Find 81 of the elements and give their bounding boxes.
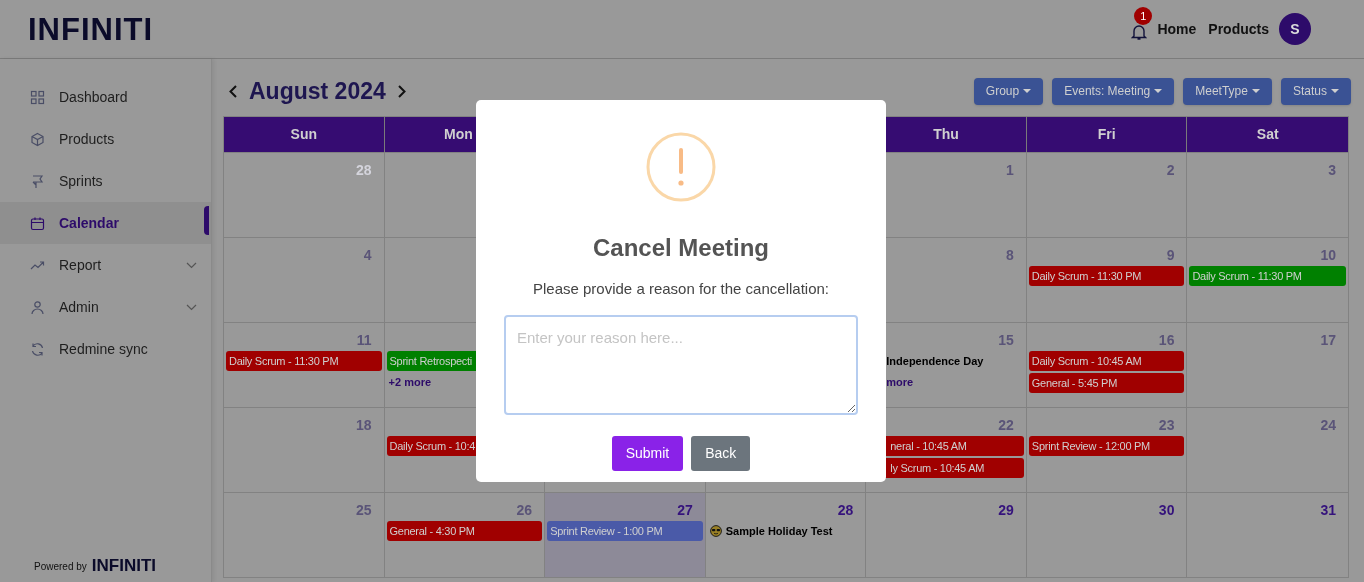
caret-icon: [1154, 89, 1163, 93]
event-chip[interactable]: General - 5:45 PM: [1028, 373, 1185, 393]
day-number: 31: [1320, 501, 1336, 519]
logo: INFINITI: [91, 557, 157, 574]
event-chip[interactable]: Daily Scrum - 11:30 PM: [1189, 266, 1346, 286]
day-number: 26: [516, 501, 533, 519]
grid-icon: [30, 89, 45, 105]
caret-icon: [1251, 89, 1260, 93]
dialog-message: Please provide a reason for the cancellation:: [533, 279, 829, 299]
day-number: 15: [998, 331, 1014, 349]
weekday-header: Sat: [1256, 125, 1279, 144]
day-number: 8: [1006, 246, 1014, 264]
sidebar-item[interactable]: Redmine sync: [0, 328, 211, 370]
bell-icon[interactable]: [1131, 23, 1148, 41]
chevron-down-icon: [186, 303, 197, 311]
powered-by-label: Powered by: [34, 560, 87, 574]
chevron-left-icon: [229, 84, 237, 98]
caret-icon: [1023, 89, 1032, 93]
user-icon: [30, 299, 45, 315]
cube-icon: [30, 131, 45, 147]
nav-link[interactable]: Products: [1208, 18, 1269, 40]
holiday-label: Sample Holiday Test: [725, 523, 833, 539]
day-number: 29: [998, 501, 1014, 519]
signpost-icon: [30, 173, 45, 189]
sidebar-item[interactable]: Calendar: [0, 202, 211, 244]
day-number: 25: [356, 501, 372, 519]
dialog-title: Cancel Meeting: [592, 233, 769, 263]
event-chip[interactable]: Sprint Review - 12:00 PM: [1028, 436, 1185, 456]
weekday-header: Thu: [933, 125, 959, 144]
day-number: 4: [363, 246, 372, 264]
event-chip[interactable]: General - 4:30 PM: [386, 521, 543, 541]
event-chip[interactable]: Sprint Review - 1:00 PM: [547, 521, 703, 541]
day-number: 2: [1166, 161, 1175, 179]
back-button[interactable]: Back: [691, 435, 751, 471]
chevron-right-icon: [397, 84, 406, 98]
event-chip[interactable]: Daily Scrum - 11:30 PM: [1028, 266, 1185, 286]
day-number: 9: [1166, 246, 1175, 264]
filter-dropdown[interactable]: Events: Meeting: [1052, 77, 1175, 105]
filter-dropdown[interactable]: Group: [973, 77, 1044, 105]
logo: INFINITI: [28, 13, 154, 45]
event-chip[interactable]: Daily Scrum - 11:30 PM: [226, 351, 382, 371]
day-number: 3: [1328, 161, 1336, 179]
day-number: 17: [1320, 331, 1336, 349]
sidebar-item[interactable]: Products: [0, 118, 211, 160]
weekday-header: Mon: [443, 125, 473, 144]
day-number: 16: [1158, 331, 1175, 349]
weekday-header: Sun: [290, 125, 317, 144]
calendar-icon: [30, 215, 45, 231]
day-number: 30: [1158, 501, 1175, 519]
sync-icon: [30, 341, 45, 357]
active-indicator: [204, 206, 209, 235]
submit-button[interactable]: Submit: [611, 435, 684, 471]
filter-dropdown[interactable]: MeetType: [1183, 77, 1272, 105]
day-number: 24: [1320, 416, 1336, 434]
event-chip[interactable]: Daily Scrum - 10:45 AM: [1028, 351, 1185, 371]
user-avatar[interactable]: S: [1279, 13, 1311, 45]
day-number: 28: [837, 501, 854, 519]
filter-dropdown[interactable]: Status: [1280, 77, 1351, 105]
day-number: 27: [677, 501, 693, 519]
day-number: 18: [356, 416, 372, 434]
caret-icon: [1331, 89, 1339, 93]
day-number: 1: [1006, 161, 1014, 179]
holiday-label: Independence Day: [886, 353, 984, 369]
day-number: 11: [356, 331, 372, 349]
day-number: 10: [1320, 246, 1336, 264]
chevron-down-icon: [186, 261, 197, 269]
day-number: 22: [998, 416, 1014, 434]
notification-badge: 1: [1134, 7, 1153, 25]
weekday-header: Fri: [1097, 125, 1116, 144]
month-title: August 2024: [249, 76, 386, 106]
more-events-link[interactable]: +2 more: [388, 373, 432, 391]
reason-field[interactable]: Enter your reason here...: [504, 314, 858, 415]
more-events-link[interactable]: more: [886, 373, 914, 391]
nav-link[interactable]: Home: [1157, 18, 1197, 40]
sidebar-item[interactable]: Admin: [0, 286, 211, 328]
day-number: 28: [356, 161, 372, 179]
day-number: 23: [1158, 416, 1175, 434]
warning-icon: [646, 132, 716, 202]
sidebar-item[interactable]: Sprints: [0, 160, 211, 202]
sidebar-item[interactable]: Report: [0, 244, 211, 286]
sidebar-item[interactable]: Dashboard: [0, 76, 211, 118]
